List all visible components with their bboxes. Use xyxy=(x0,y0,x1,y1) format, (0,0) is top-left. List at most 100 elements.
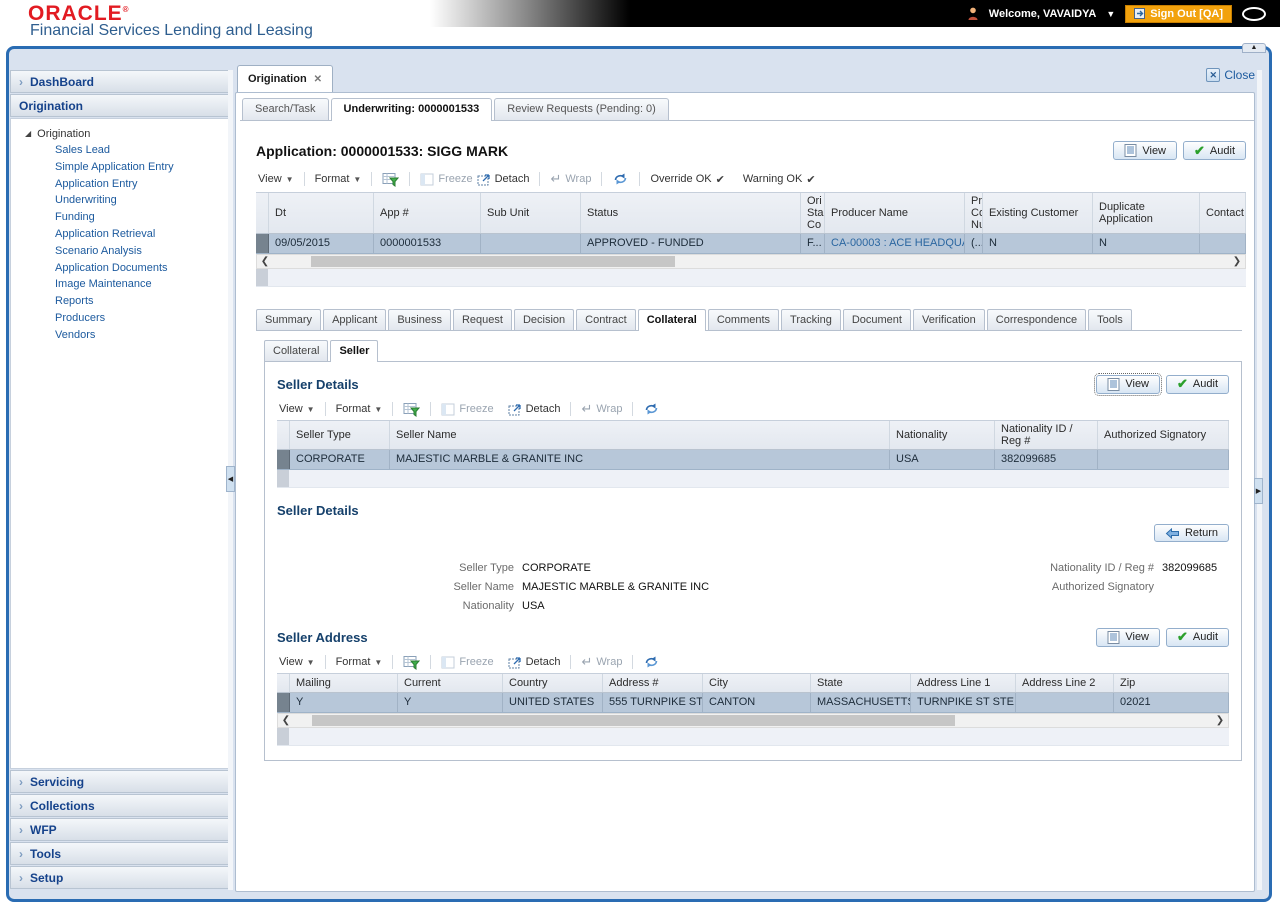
right-splitter-handle[interactable]: ▶ xyxy=(1254,478,1263,504)
tree-item-producers[interactable]: Producers xyxy=(11,310,229,327)
seller-row-selected[interactable]: CORPORATE MAJESTIC MARBLE & GRANITE INC … xyxy=(277,450,1229,470)
col-prc-co-nu[interactable]: Prc Co Nu xyxy=(965,193,983,233)
detach-button[interactable]: Detach xyxy=(506,403,563,416)
view-menu[interactable]: View ▼ xyxy=(256,173,296,185)
tree-item-underwriting[interactable]: Underwriting xyxy=(11,192,229,209)
col-zip[interactable]: Zip xyxy=(1114,674,1229,692)
view-menu[interactable]: View ▼ xyxy=(277,403,317,415)
tab-correspondence[interactable]: Correspondence xyxy=(986,309,1087,330)
scroll-track[interactable] xyxy=(294,714,1212,727)
tab-business[interactable]: Business xyxy=(388,309,451,330)
col-address-line-2[interactable]: Address Line 2 xyxy=(1016,674,1114,692)
sidebar-item-origination[interactable]: Origination xyxy=(10,94,230,117)
format-menu[interactable]: Format ▼ xyxy=(313,173,364,185)
return-button[interactable]: Return xyxy=(1153,524,1229,542)
scroll-left-icon[interactable]: ❮ xyxy=(257,255,273,268)
detach-button[interactable]: Detach xyxy=(506,656,563,669)
tree-item-application-documents[interactable]: Application Documents xyxy=(11,260,229,277)
col-nationality-id[interactable]: Nationality ID / Reg # xyxy=(995,421,1098,449)
address-row-selected[interactable]: Y Y UNITED STATES 555 TURNPIKE ST CANTON… xyxy=(277,693,1229,713)
tree-node-origination[interactable]: ◢ Origination xyxy=(11,125,229,142)
tree-item-image-maintenance[interactable]: Image Maintenance xyxy=(11,276,229,293)
scroll-track[interactable] xyxy=(273,255,1229,268)
col-address-line-1[interactable]: Address Line 1 xyxy=(911,674,1016,692)
tab-document[interactable]: Document xyxy=(842,309,911,330)
col-app-number[interactable]: App # xyxy=(374,193,481,233)
tree-item-reports[interactable]: Reports xyxy=(11,293,229,310)
scroll-thumb[interactable] xyxy=(312,715,955,726)
col-producer-name[interactable]: Producer Name xyxy=(825,193,965,233)
close-button[interactable]: ✕ Close xyxy=(1206,68,1255,82)
row-selector[interactable] xyxy=(277,693,290,712)
tab-verification[interactable]: Verification xyxy=(912,309,985,330)
col-current[interactable]: Current xyxy=(398,674,503,692)
col-status[interactable]: Status xyxy=(581,193,801,233)
top-collapse-handle[interactable]: ▲ xyxy=(1242,43,1266,53)
col-dt[interactable]: Dt xyxy=(269,193,374,233)
format-menu[interactable]: Format ▼ xyxy=(334,656,385,668)
detach-button[interactable]: Detach xyxy=(475,173,532,186)
tree-item-scenario-analysis[interactable]: Scenario Analysis xyxy=(11,243,229,260)
col-contact[interactable]: Contact xyxy=(1200,193,1246,233)
col-mailing[interactable]: Mailing xyxy=(290,674,398,692)
subtab-seller[interactable]: Seller xyxy=(330,340,379,362)
audit-button[interactable]: ✔ Audit xyxy=(1166,627,1229,647)
view-button[interactable]: View xyxy=(1113,141,1178,160)
view-button[interactable]: View xyxy=(1096,627,1161,647)
col-city[interactable]: City xyxy=(703,674,811,692)
sidebar-item-tools[interactable]: › Tools xyxy=(10,842,230,865)
tree-item-application-entry[interactable]: Application Entry xyxy=(11,176,229,193)
view-menu[interactable]: View ▼ xyxy=(277,656,317,668)
application-grid-hscrollbar[interactable]: ❮ ❯ xyxy=(256,254,1246,269)
view-button[interactable]: View xyxy=(1094,372,1163,396)
tree-item-application-retrieval[interactable]: Application Retrieval xyxy=(11,226,229,243)
tab-applicant[interactable]: Applicant xyxy=(323,309,387,330)
refresh-icon[interactable] xyxy=(610,172,631,186)
subtab-collateral[interactable]: Collateral xyxy=(264,340,329,361)
tab-comments[interactable]: Comments xyxy=(707,309,780,330)
col-existing-customer[interactable]: Existing Customer xyxy=(983,193,1093,233)
export-to-excel-icon[interactable] xyxy=(380,172,401,187)
scroll-right-icon[interactable]: ❯ xyxy=(1229,255,1245,268)
row-selector[interactable] xyxy=(256,234,269,253)
tab-collateral[interactable]: Collateral xyxy=(637,309,706,331)
tab-request[interactable]: Request xyxy=(452,309,512,330)
tree-item-simple-application-entry[interactable]: Simple Application Entry xyxy=(11,159,229,176)
tab-underwriting[interactable]: Underwriting: 0000001533 xyxy=(330,98,493,121)
tree-item-vendors[interactable]: Vendors xyxy=(11,327,229,344)
producer-link[interactable]: CA-00003 : ACE HEADQUA... xyxy=(831,237,964,249)
scroll-thumb[interactable] xyxy=(311,256,675,267)
refresh-icon[interactable] xyxy=(641,402,662,416)
audit-button[interactable]: ✔ Audit xyxy=(1183,141,1246,160)
tab-contract[interactable]: Contract xyxy=(576,309,636,330)
col-authorized-signatory[interactable]: Authorized Signatory xyxy=(1098,421,1229,449)
left-splitter-handle[interactable]: ◀ xyxy=(226,466,235,492)
tree-item-funding[interactable]: Funding xyxy=(11,209,229,226)
tree-expanded-icon[interactable]: ◢ xyxy=(25,129,31,138)
tab-review-requests[interactable]: Review Requests (Pending: 0) xyxy=(494,98,669,120)
warning-ok-toggle[interactable]: Warning OK ✔ xyxy=(741,173,818,186)
col-sub-unit[interactable]: Sub Unit xyxy=(481,193,581,233)
row-selector[interactable] xyxy=(277,450,290,469)
export-to-excel-icon[interactable] xyxy=(401,402,422,417)
tree-item-sales-lead[interactable]: Sales Lead xyxy=(11,142,229,159)
tab-search-task[interactable]: Search/Task xyxy=(242,98,329,120)
close-tab-icon[interactable]: ✕ xyxy=(314,74,322,85)
sign-out-button[interactable]: Sign Out [QA] xyxy=(1125,4,1232,23)
seller-address-hscrollbar[interactable]: ❮ ❯ xyxy=(277,713,1229,728)
tab-tracking[interactable]: Tracking xyxy=(781,309,841,330)
tab-origination[interactable]: Origination ✕ xyxy=(237,65,334,92)
scroll-left-icon[interactable]: ❮ xyxy=(278,714,294,727)
sidebar-item-collections[interactable]: › Collections xyxy=(10,794,230,817)
col-duplicate-application[interactable]: Duplicate Application xyxy=(1093,193,1200,233)
export-to-excel-icon[interactable] xyxy=(401,655,422,670)
col-state[interactable]: State xyxy=(811,674,911,692)
tab-summary[interactable]: Summary xyxy=(256,309,322,330)
refresh-icon[interactable] xyxy=(641,655,662,669)
format-menu[interactable]: Format ▼ xyxy=(334,403,385,415)
col-seller-name[interactable]: Seller Name xyxy=(390,421,890,449)
application-row-selected[interactable]: 09/05/2015 0000001533 APPROVED - FUNDED … xyxy=(256,234,1246,254)
col-country[interactable]: Country xyxy=(503,674,603,692)
tab-tools[interactable]: Tools xyxy=(1088,309,1132,330)
sidebar-item-servicing[interactable]: › Servicing xyxy=(10,770,230,793)
